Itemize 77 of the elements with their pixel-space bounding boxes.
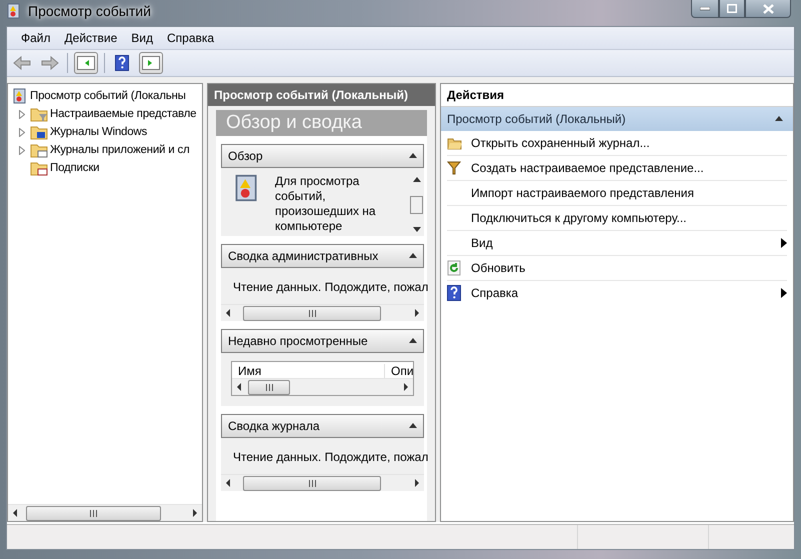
close-icon: [762, 4, 774, 14]
action-item[interactable]: Импорт настраиваемого представления: [447, 181, 787, 206]
group-title: Просмотр событий (Локальный): [447, 112, 626, 126]
section-title: Сводка журнала: [228, 419, 320, 433]
collapse-caret-icon[interactable]: [409, 252, 417, 260]
expand-arrow-icon[interactable]: [19, 128, 25, 136]
section-header[interactable]: Недавно просмотренные: [221, 329, 424, 353]
scroll-right-arrow-icon[interactable]: [192, 509, 198, 517]
folder-computer-icon: [30, 124, 48, 140]
tree-item[interactable]: Журналы Windows: [8, 123, 202, 141]
scroll-left-arrow-icon[interactable]: [225, 309, 231, 317]
show-hide-tree-button[interactable]: [74, 52, 98, 74]
section-title: Сводка административных: [228, 249, 378, 263]
section-title: Недавно просмотренные: [228, 334, 368, 348]
scroll-left-arrow-icon[interactable]: [12, 509, 18, 517]
column-header[interactable]: Имя: [232, 364, 384, 378]
expand-arrow-icon[interactable]: [19, 146, 25, 154]
action-item[interactable]: Обновить: [447, 256, 787, 281]
scroll-up-arrow-icon[interactable]: [412, 176, 420, 184]
section-title: Обзор: [228, 149, 263, 163]
scrollbar-thumb[interactable]: [243, 306, 381, 320]
scroll-right-arrow-icon[interactable]: [403, 383, 409, 391]
action-item[interactable]: Вид: [447, 231, 787, 256]
maximize-button[interactable]: [719, 0, 745, 18]
folder-filter-icon: [30, 106, 48, 122]
horizontal-scrollbar[interactable]: [221, 304, 424, 321]
folder-window-icon: [30, 142, 48, 158]
collapse-caret-icon[interactable]: [409, 337, 417, 345]
expand-arrow-icon[interactable]: [19, 110, 25, 118]
scroll-right-arrow-icon[interactable]: [414, 479, 420, 487]
filter-icon: [447, 161, 461, 175]
actions-group-header[interactable]: Просмотр событий (Локальный): [441, 107, 793, 131]
minimize-button[interactable]: [691, 0, 719, 18]
show-hide-actions-button[interactable]: [139, 52, 163, 74]
event-log-icon: [12, 88, 28, 104]
overview-text: Для просмотра событий, произошедших на компьютере: [275, 174, 377, 235]
scroll-left-arrow-icon[interactable]: [225, 479, 231, 487]
open-folder-icon: [447, 136, 463, 150]
menu-item[interactable]: Файл: [15, 31, 57, 45]
maximize-icon: [727, 4, 737, 13]
minimize-icon: [700, 6, 710, 10]
help-icon: [115, 55, 129, 71]
tree-item[interactable]: Просмотр событий (Локальны: [8, 87, 202, 105]
close-button[interactable]: [745, 0, 791, 18]
refresh-icon: [447, 260, 461, 276]
scrollbar-thumb[interactable]: [410, 196, 423, 214]
horizontal-scrollbar[interactable]: [221, 474, 424, 491]
menu-item[interactable]: Вид: [125, 31, 159, 45]
tree-item[interactable]: Подписки: [8, 159, 202, 177]
collapse-caret-icon[interactable]: [775, 115, 783, 123]
scroll-down-arrow-icon[interactable]: [412, 226, 420, 234]
section-header[interactable]: Сводка административных: [221, 244, 424, 268]
action-item[interactable]: Создать настраиваемое представление...: [447, 156, 787, 181]
folder-calendar-icon: [30, 160, 48, 176]
scrollbar-thumb[interactable]: [26, 506, 161, 520]
scrollbar-thumb[interactable]: [248, 380, 290, 394]
menu-item[interactable]: Действие: [58, 31, 124, 45]
horizontal-scrollbar[interactable]: [8, 504, 202, 521]
action-item[interactable]: Справка: [447, 281, 787, 305]
scroll-right-arrow-icon[interactable]: [414, 309, 420, 317]
window-title: Просмотр событий: [28, 3, 151, 19]
scroll-left-arrow-icon[interactable]: [236, 383, 242, 391]
collapse-caret-icon[interactable]: [409, 152, 417, 160]
tree-item[interactable]: Журналы приложений и сл: [8, 141, 202, 159]
menu-item[interactable]: Справка: [161, 31, 220, 45]
page-title: Обзор и сводка: [216, 110, 427, 136]
collapse-caret-icon[interactable]: [409, 422, 417, 430]
pane-header: Просмотр событий (Локальный): [208, 84, 435, 106]
event-log-icon: [6, 3, 22, 19]
scrollbar-thumb[interactable]: [243, 476, 381, 490]
horizontal-scrollbar[interactable]: [232, 378, 413, 395]
section-header[interactable]: Сводка журнала: [221, 414, 424, 438]
tree-item[interactable]: Настраиваемые представле: [8, 105, 202, 123]
help-icon: [447, 285, 461, 301]
action-item[interactable]: Открыть сохраненный журнал...: [447, 131, 787, 156]
action-item[interactable]: Подключиться к другому компьютеру...: [447, 206, 787, 231]
section-header[interactable]: Обзор: [221, 144, 424, 168]
